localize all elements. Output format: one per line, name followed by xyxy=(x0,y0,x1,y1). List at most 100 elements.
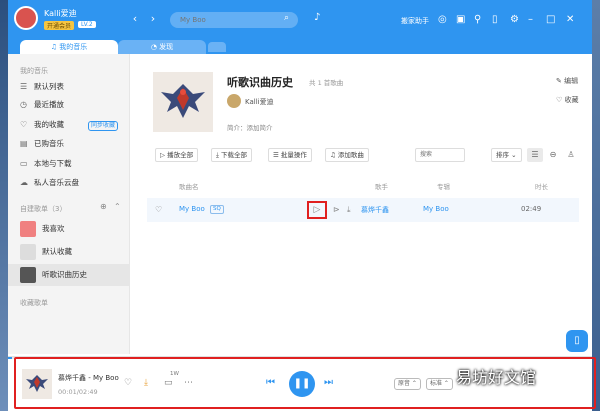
bird-artwork-icon xyxy=(153,72,213,132)
sidebar-item-purchased[interactable]: ▤ 已购音乐 xyxy=(8,137,129,151)
song-title[interactable]: My Boo xyxy=(179,205,205,213)
collapse-icon[interactable]: ⌃ xyxy=(114,202,121,211)
sidebar-item-default-list[interactable]: ☰ 默认列表 xyxy=(8,80,129,94)
sidebar-item-label: 默认收藏 xyxy=(42,247,72,256)
column-title: 歌曲名 xyxy=(179,183,199,191)
search-icon[interactable]: ⌕ xyxy=(284,13,289,23)
sidebar-item-label: 我喜欢 xyxy=(42,224,65,233)
batch-label: 批量操作 xyxy=(280,151,307,159)
sidebar-playlist-liked[interactable]: 我喜欢 xyxy=(8,218,129,240)
sidebar-playlist-default-fav[interactable]: 默认收藏 xyxy=(8,241,129,263)
sidebar-item-recent[interactable]: ◷ 最近播放 xyxy=(8,98,129,112)
favorite-button[interactable]: ♡ 收藏 xyxy=(556,95,579,105)
favorite-label: 收藏 xyxy=(564,96,579,104)
clock-icon: ◷ xyxy=(20,100,27,109)
add-to-icon[interactable]: ⊳ xyxy=(333,205,340,214)
sidebar-item-favorites[interactable]: ♡ 我的收藏 同步收藏 xyxy=(8,118,129,132)
song-album[interactable]: My Boo xyxy=(423,205,449,213)
desktop-right-edge xyxy=(592,0,600,411)
table-row[interactable]: ♡ My Boo SQ ▷ ⊳ ⤓ ⋯ 慕烨千鑫 My Boo 02:49 xyxy=(147,198,579,222)
edit-button[interactable]: ✎ 编辑 xyxy=(556,76,578,86)
like-heart-icon[interactable]: ♡ xyxy=(155,205,162,214)
owner-name[interactable]: Kalli爱迪 xyxy=(245,97,274,107)
sidebar-item-cloud[interactable]: ☁ 私人音乐云盘 xyxy=(8,176,129,190)
play-icon[interactable]: ▷ xyxy=(307,201,327,219)
top-bar: Kalli爱迪 开通会员 LV.2 ‹ › ⌕ ♪ 搬家助手 ◎ ▣ ⚲ ▯ ⚙… xyxy=(8,0,592,40)
owner-avatar[interactable] xyxy=(227,94,241,108)
batch-operation-button[interactable]: ☰ 批量操作 xyxy=(268,148,312,162)
sidebar-item-label: 已购音乐 xyxy=(34,139,64,148)
message-icon[interactable]: ◎ xyxy=(438,14,447,25)
column-album: 专辑 xyxy=(437,183,450,191)
add-playlist-icon[interactable]: ⊕ xyxy=(100,202,107,211)
sidebar-playlist-recognition-history[interactable]: 听歌识曲历史 xyxy=(8,264,129,286)
equalizer-icon xyxy=(20,267,36,283)
edit-label: 编辑 xyxy=(564,77,579,85)
playlist-cover[interactable] xyxy=(153,72,213,132)
tab-extra[interactable] xyxy=(208,42,226,52)
close-icon[interactable]: ✕ xyxy=(566,14,574,25)
playlist-thumb xyxy=(20,244,36,260)
desktop-left-edge xyxy=(0,0,8,411)
column-duration: 时长 xyxy=(535,183,548,191)
playlist-intro[interactable]: 简介：添加简介 xyxy=(227,122,273,132)
forward-arrow-icon[interactable]: › xyxy=(146,12,160,26)
minimize-icon[interactable]: – xyxy=(528,14,533,25)
mobile-icon[interactable]: ▯ xyxy=(492,14,498,25)
playlist-title: 听歌识曲历史 xyxy=(227,76,293,89)
music-app-window: Kalli爱迪 开通会员 LV.2 ‹ › ⌕ ♪ 搬家助手 ◎ ▣ ⚲ ▯ ⚙… xyxy=(8,0,596,411)
microphone-icon[interactable]: ♪ xyxy=(314,12,320,23)
vip-badge[interactable]: 开通会员 xyxy=(44,21,75,30)
settings-icon[interactable]: ⚙ xyxy=(510,14,519,25)
skin-icon[interactable]: ▣ xyxy=(456,14,465,25)
mobile-sync-button[interactable]: ▯ xyxy=(566,330,588,352)
maximize-icon[interactable]: □ xyxy=(546,14,555,25)
tab-discover[interactable]: ◔ 发现 xyxy=(118,40,206,54)
sidebar-item-label: 私人音乐云盘 xyxy=(34,178,79,187)
list-view-icon[interactable]: ☰ xyxy=(527,148,543,162)
level-badge[interactable]: LV.2 xyxy=(78,21,96,28)
column-artist: 歌手 xyxy=(375,183,388,191)
download-all-label: 下载全部 xyxy=(220,151,247,159)
computer-icon: ▭ xyxy=(20,159,28,168)
heart-icon: ♡ xyxy=(556,96,565,104)
song-artist[interactable]: 慕烨千鑫 xyxy=(361,205,389,215)
grid-view-icon[interactable]: ⊖ xyxy=(545,148,561,162)
sidebar-item-label: 本地与下载 xyxy=(34,159,72,168)
sidebar-item-label: 我的收藏 xyxy=(34,120,64,129)
download-icon[interactable]: ⤓ xyxy=(347,205,351,215)
user-icon[interactable]: ♙ xyxy=(563,148,579,162)
play-all-button[interactable]: ▷ 播放全部 xyxy=(155,148,199,162)
list-icon: ☰ xyxy=(20,82,28,91)
heart-icon: ♡ xyxy=(20,120,28,129)
play-all-label: 播放全部 xyxy=(167,151,194,159)
song-duration: 02:49 xyxy=(521,205,542,213)
section-collected-playlists: 收藏歌单 xyxy=(20,299,48,307)
download-all-button[interactable]: ⤓ 下载全部 xyxy=(211,148,252,162)
cloud-icon: ☁ xyxy=(20,178,28,187)
watermark: 易坊好文馆 xyxy=(456,368,537,387)
search-input[interactable] xyxy=(170,12,298,28)
sidebar-item-label: 最近播放 xyxy=(34,100,64,109)
moving-assistant-link[interactable]: 搬家助手 xyxy=(401,16,429,26)
sort-button[interactable]: 排序 ⌄ xyxy=(491,148,522,162)
song-count: 共 1 首歌曲 xyxy=(309,79,344,87)
tab-my-music[interactable]: ♫ 我的音乐 xyxy=(20,40,118,54)
sidebar-item-label: 默认列表 xyxy=(34,82,64,91)
playlist-search-input[interactable] xyxy=(415,148,465,162)
sync-favorites-badge[interactable]: 同步收藏 xyxy=(88,121,119,131)
pencil-icon: ✎ xyxy=(556,77,565,85)
playlist-main: 听歌识曲历史 共 1 首歌曲 Kalli爱迪 简介：添加简介 ✎ 编辑 ♡ 收藏… xyxy=(131,54,592,354)
sidebar-item-label: 听歌识曲历史 xyxy=(42,270,87,279)
tools-icon[interactable]: ⚲ xyxy=(474,14,481,25)
user-avatar[interactable] xyxy=(14,6,38,30)
username[interactable]: Kalli爱迪 xyxy=(44,8,77,19)
back-arrow-icon[interactable]: ‹ xyxy=(128,12,142,26)
add-song-button[interactable]: ♫ 添加歌曲 xyxy=(325,148,369,162)
quality-tag: SQ xyxy=(210,205,224,214)
liked-heart-icon xyxy=(20,221,36,237)
sidebar-item-local[interactable]: ▭ 本地与下载 xyxy=(8,157,129,171)
progress-fill xyxy=(8,357,12,359)
sidebar: 我的音乐 ☰ 默认列表 ◷ 最近播放 ♡ 我的收藏 同步收藏 ▤ 已购音乐 ▭ … xyxy=(8,54,130,354)
section-my-music: 我的音乐 xyxy=(20,67,48,75)
